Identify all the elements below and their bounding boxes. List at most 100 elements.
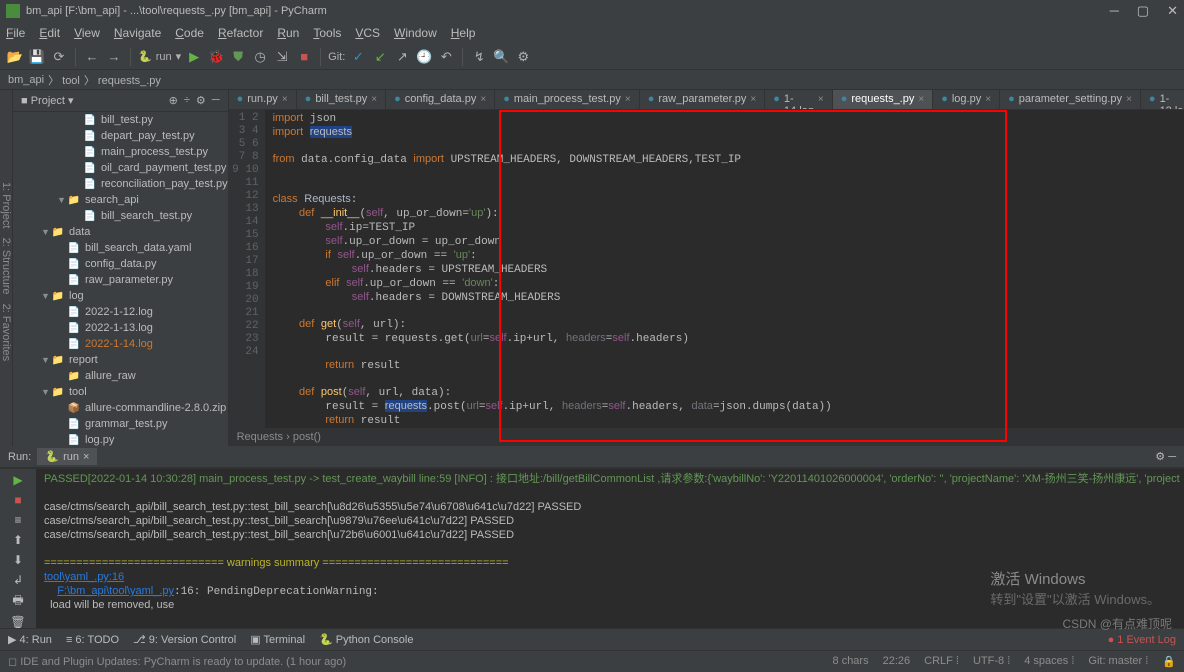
breadcrumb-item[interactable]: 〉 tool [48,72,80,88]
rerun-icon[interactable]: ▶ [10,473,26,487]
search-icon[interactable]: 🔍 [492,48,510,66]
print-icon[interactable]: 🖶 [10,593,26,609]
bottom-tool-item[interactable]: ▶ 4: Run [8,633,52,646]
editor-tab[interactable]: ●run.py× [229,90,297,110]
menu-code[interactable]: Code [175,26,204,40]
breadcrumb-item[interactable]: 〉 requests_.py [84,72,161,88]
tree-item[interactable]: ▼📁data [13,224,228,240]
git-update-icon[interactable]: ✓ [349,48,367,66]
up-icon[interactable]: ⬆ [10,533,26,547]
tree-item[interactable]: 📄oil_card_payment_test.py [13,160,228,176]
event-log[interactable]: ● 1 Event Log [1108,634,1176,646]
editor-breadcrumb[interactable]: Requests › post() [229,428,1184,446]
tree-item[interactable]: 📄main_process_test.py [13,144,228,160]
attach-icon[interactable]: ⇲ [273,48,291,66]
tree-item[interactable]: 📄2022-1-13.log [13,320,228,336]
run-tab[interactable]: 🐍 run × [37,448,97,465]
git-push-icon[interactable]: ↗ [393,48,411,66]
status-item[interactable]: Git: master ⁞ [1088,655,1148,668]
tree-item[interactable]: ▼📁tool [13,384,228,400]
editor-tab[interactable]: ●2022-1-12.log× [1141,90,1184,110]
hide-icon[interactable]: ─ [212,94,220,107]
bottom-tool-item[interactable]: 🐍 Python Console [319,633,413,646]
editor-tab[interactable]: ●requests_.py× [833,90,933,110]
run-config-selector[interactable]: 🐍 run ▾ [138,50,181,63]
status-item[interactable]: 22:26 [883,655,911,668]
settings-icon[interactable]: ⚙ [514,48,532,66]
debug-icon[interactable]: 🐞 [207,48,225,66]
open-icon[interactable]: 📂 [6,48,24,66]
tree-item[interactable]: 📄raw_parameter.py [13,272,228,288]
editor-tab[interactable]: ●raw_parameter.py× [640,90,766,110]
tree-item[interactable]: 📄2022-1-12.log [13,304,228,320]
status-item[interactable]: UTF-8 ⁞ [973,655,1010,668]
back-icon[interactable]: ← [83,48,101,66]
menu-tools[interactable]: Tools [313,26,341,40]
editor-tab[interactable]: ●parameter_setting.py× [1000,90,1141,110]
editor-tab[interactable]: ●config_data.py× [386,90,495,110]
breadcrumb-item[interactable]: bm_api [8,74,44,86]
menu-edit[interactable]: Edit [39,26,60,40]
close-icon[interactable]: × [282,94,288,105]
save-icon[interactable]: 💾 [28,48,46,66]
code-content[interactable]: import json import requests from data.co… [265,110,1184,428]
tree-item[interactable]: 📄depart_pay_test.py [13,128,228,144]
menu-run[interactable]: Run [277,26,299,40]
menu-window[interactable]: Window [394,26,437,40]
status-item[interactable]: CRLF ⁞ [924,655,959,668]
pause-icon[interactable]: ≡ [10,513,26,527]
close-icon[interactable]: × [625,94,631,105]
tree-item[interactable]: 📄bill_search_test.py [13,208,228,224]
close-icon[interactable]: × [750,94,756,105]
git-revert-icon[interactable]: ↶ [437,48,455,66]
close-button[interactable]: ✕ [1167,3,1178,19]
refresh-icon[interactable]: ⟳ [50,48,68,66]
status-item[interactable]: 8 chars [833,655,869,668]
code-editor[interactable]: 1 2 3 4 5 6 7 8 9 10 11 12 13 14 15 16 1… [229,110,1184,428]
profile-icon[interactable]: ◷ [251,48,269,66]
close-icon[interactable]: × [818,94,824,105]
run-settings-icon[interactable]: ⚙ ─ [1155,450,1176,463]
minimize-button[interactable]: ─ [1110,3,1119,19]
maximize-button[interactable]: ▢ [1137,3,1149,19]
down-icon[interactable]: ⬇ [10,553,26,567]
tree-item[interactable]: 📁allure_raw [13,368,228,384]
git-commit-icon[interactable]: ↙ [371,48,389,66]
menu-navigate[interactable]: Navigate [114,26,161,40]
scroll-icon[interactable]: ⊕ [169,94,178,107]
coverage-icon[interactable]: ⛊ [229,48,247,66]
tree-item[interactable]: ▼📁report [13,352,228,368]
trash-icon[interactable]: 🗑 [10,615,26,629]
tree-item[interactable]: ▼📁log [13,288,228,304]
forward-icon[interactable]: → [105,48,123,66]
close-icon[interactable]: × [985,94,991,105]
editor-tab[interactable]: ●main_process_test.py× [495,90,640,110]
tree-item[interactable]: ▼📁search_api [13,192,228,208]
bottom-tool-item[interactable]: ⎇ 9: Version Control [133,633,236,646]
tree-item[interactable]: 📄reconciliation_pay_test.py [13,176,228,192]
menu-file[interactable]: File [6,26,25,40]
stop-run-icon[interactable]: ■ [10,493,26,507]
status-item[interactable]: 4 spaces ⁞ [1024,655,1074,668]
tree-item[interactable]: 📄bill_search_data.yaml [13,240,228,256]
console-output[interactable]: PASSED[2022-01-14 10:30:28] main_process… [36,469,1184,628]
tree-item[interactable]: 📄config_data.py [13,256,228,272]
bottom-tool-item[interactable]: ≡ 6: TODO [66,634,119,646]
wrap-icon[interactable]: ↲ [10,573,26,587]
run-icon[interactable]: ▶ [185,48,203,66]
collapse-icon[interactable]: ÷ [184,94,190,107]
tree-item[interactable]: 📄grammar_test.py [13,416,228,432]
editor-tab[interactable]: ●log.py× [933,90,1000,110]
tree-item[interactable]: 📦allure-commandline-2.8.0.zip [13,400,228,416]
menu-vcs[interactable]: VCS [355,26,380,40]
menu-refactor[interactable]: Refactor [218,26,263,40]
tree-item[interactable]: 📄bill_test.py [13,112,228,128]
gear-icon[interactable]: ⚙ [196,94,206,107]
structure-icon[interactable]: ↯ [470,48,488,66]
status-item[interactable]: 🔒 [1162,655,1176,668]
close-icon[interactable]: × [371,94,377,105]
close-icon[interactable]: × [1126,94,1132,105]
project-tree[interactable]: 📄bill_test.py 📄depart_pay_test.py 📄main_… [13,112,228,446]
close-icon[interactable]: × [918,94,924,105]
git-history-icon[interactable]: 🕘 [415,48,433,66]
